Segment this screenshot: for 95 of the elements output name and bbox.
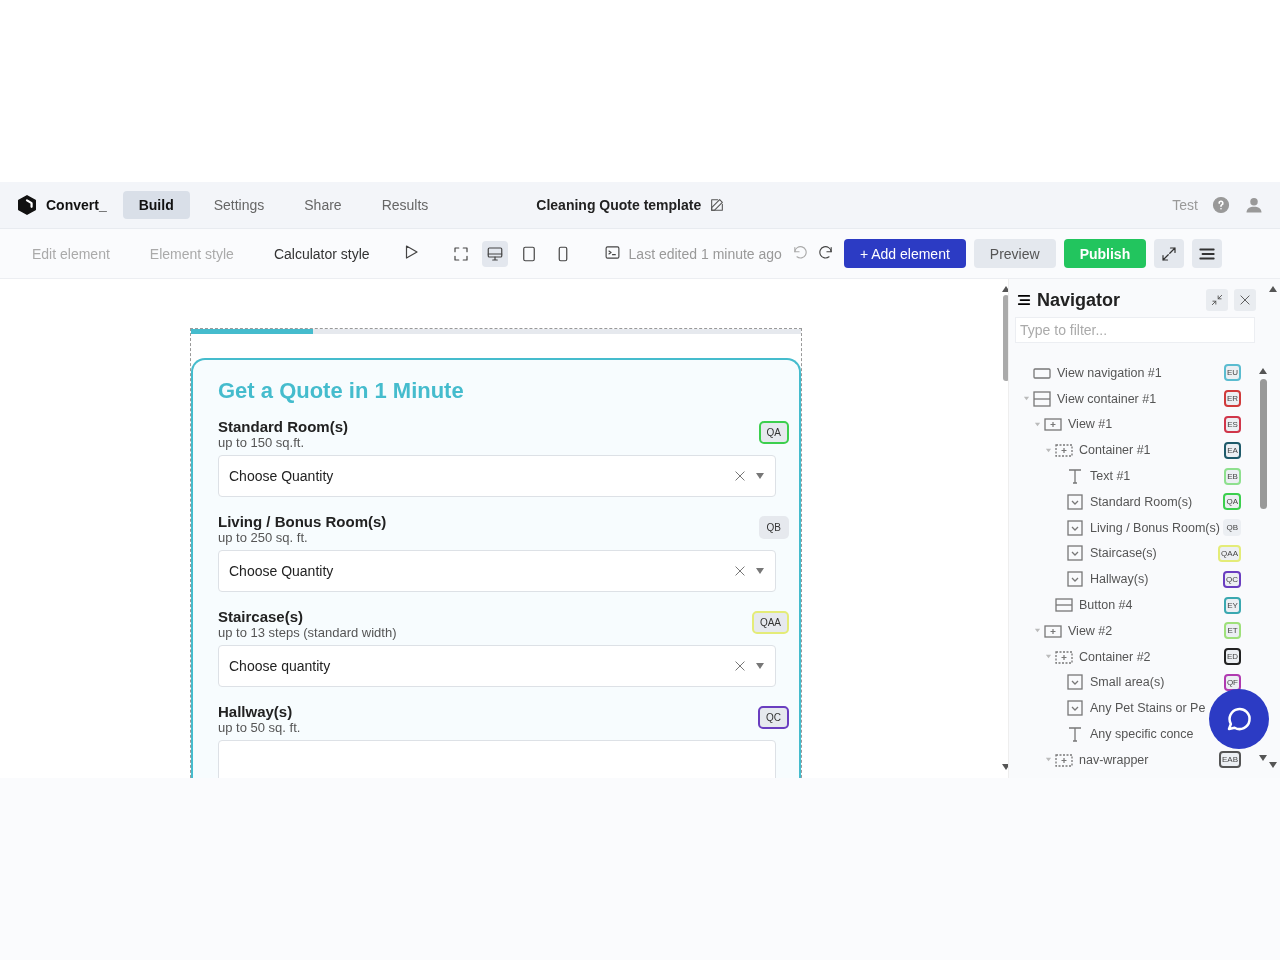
clear-icon [735, 661, 745, 671]
tree-item[interactable]: View #1 [1068, 417, 1113, 432]
logo-icon [16, 194, 38, 216]
dropdown-icon [1065, 672, 1085, 693]
caret-icon[interactable] [1045, 756, 1052, 764]
tree-item[interactable]: Any specific conce [1090, 727, 1194, 742]
clear-icon [735, 566, 745, 576]
filter-field[interactable]: Type to filter... [1015, 317, 1255, 343]
expand-button[interactable] [1154, 239, 1185, 268]
nav-tab[interactable]: Build [122, 191, 190, 219]
question-label: Staircase(s) [218, 608, 305, 625]
tree-item[interactable]: View #2 [1068, 623, 1113, 638]
tree-item[interactable]: nav-wrapper [1079, 752, 1149, 767]
user-icon [1244, 195, 1264, 215]
element-tag: ET [1224, 622, 1241, 640]
caret-icon [755, 566, 765, 576]
tree-item[interactable]: Text #1 [1090, 469, 1131, 484]
terminal-icon [603, 243, 621, 261]
tree-item[interactable]: Small area(s) [1090, 675, 1165, 690]
dropdown-icon [1065, 517, 1085, 538]
collapse-icon [1210, 293, 1224, 307]
close-icon [1238, 293, 1252, 307]
element-tag: EY [1224, 596, 1241, 614]
question-hint: up to 150 sq.ft. [218, 435, 305, 450]
caret-icon[interactable] [1045, 446, 1052, 454]
tree-item[interactable]: Any Pet Stains or Pe [1090, 701, 1206, 716]
element-tag: EU [1223, 364, 1241, 382]
dropdown-icon [1065, 491, 1085, 512]
tree-item[interactable]: Hallway(s) [1090, 572, 1149, 587]
quantity-dropdown[interactable]: Choose Quantity [218, 455, 776, 497]
question-label: Hallway(s) [218, 703, 294, 720]
redo-icon [816, 243, 834, 261]
element-tag: EAB [1219, 751, 1241, 769]
caret-icon[interactable] [1045, 653, 1052, 661]
last-edited-text: Last edited 1 minute ago [628, 245, 782, 262]
tree-item[interactable]: Staircase(s) [1090, 546, 1157, 561]
element-tag: QAA [1218, 544, 1241, 562]
dropdown-icon [1065, 569, 1085, 590]
question-hint: up to 50 sq. ft. [218, 720, 301, 735]
element-tag: QF [1223, 673, 1241, 691]
element-tag: EA [1224, 441, 1241, 459]
desktop-icon [485, 244, 504, 263]
menu-button[interactable] [1192, 239, 1223, 268]
question-label: Standard Room(s) [218, 418, 348, 435]
list-icon [1017, 293, 1031, 307]
element-tag: QAA [751, 611, 789, 634]
expand-icon [1160, 244, 1179, 263]
caret-icon [755, 471, 765, 481]
tree-item[interactable]: View navigation #1 [1057, 365, 1162, 380]
element-tag: QB [1223, 519, 1241, 537]
undo-icon [791, 243, 809, 261]
tree-item[interactable]: Standard Room(s) [1090, 494, 1193, 509]
element-tag: ER [1223, 390, 1241, 408]
quantity-dropdown[interactable]: Choose quantity [218, 645, 776, 687]
element-tag: ES [1224, 416, 1241, 433]
panel-title: Navigator [1037, 289, 1122, 311]
element-tag: EB [1224, 467, 1241, 485]
document-title: Cleaning Quote template [536, 197, 702, 213]
dropdown-icon [1065, 698, 1085, 719]
tree-item[interactable]: View container #1 [1057, 391, 1157, 406]
nav-tab[interactable]: Results [365, 191, 445, 219]
brand-name: Convert_ [46, 197, 107, 213]
form-title: Get a Quote in 1 Minute [218, 378, 465, 404]
tree-item[interactable]: Container #2 [1079, 649, 1151, 664]
edit-icon [709, 197, 726, 213]
tree-item[interactable]: Container #1 [1079, 443, 1151, 458]
element-tag: QA [758, 421, 789, 444]
preview-button[interactable]: Preview [973, 239, 1056, 268]
quantity-dropdown[interactable]: Choose Quantity [218, 550, 776, 592]
caret-icon[interactable] [1034, 627, 1041, 635]
element-tag: QC [1223, 570, 1241, 588]
caret-icon[interactable] [1034, 421, 1041, 428]
clear-icon [735, 471, 745, 481]
fullscreen-icon [451, 244, 470, 263]
help-icon [1212, 196, 1230, 214]
desktop-button[interactable] [481, 240, 508, 267]
element-tag: QA [1223, 493, 1241, 511]
element-tag: QB [758, 516, 789, 539]
collapse-button[interactable] [1206, 289, 1228, 311]
nav-tab[interactable]: Share [288, 191, 358, 219]
tree-item[interactable]: Button #4 [1079, 598, 1133, 613]
caret-icon [755, 661, 765, 671]
question-hint: up to 250 sq. ft. [218, 530, 309, 545]
question-hint: up to 13 steps (standard width) [218, 625, 397, 640]
question-label: Living / Bonus Room(s) [218, 513, 387, 530]
nav-tab[interactable]: Settings [197, 191, 281, 219]
rows-icon [1032, 388, 1052, 409]
add-element-button[interactable]: + Add element [843, 239, 966, 268]
dropdown-icon [1065, 543, 1085, 564]
mode-tab[interactable]: Calculator style [261, 241, 382, 266]
element-tag: ED [1223, 648, 1241, 666]
caret-icon[interactable] [1023, 395, 1030, 403]
tree-item[interactable]: Living / Bonus Room(s) [1090, 520, 1220, 535]
close-button[interactable] [1234, 289, 1256, 311]
element-tag: QC [758, 706, 789, 729]
